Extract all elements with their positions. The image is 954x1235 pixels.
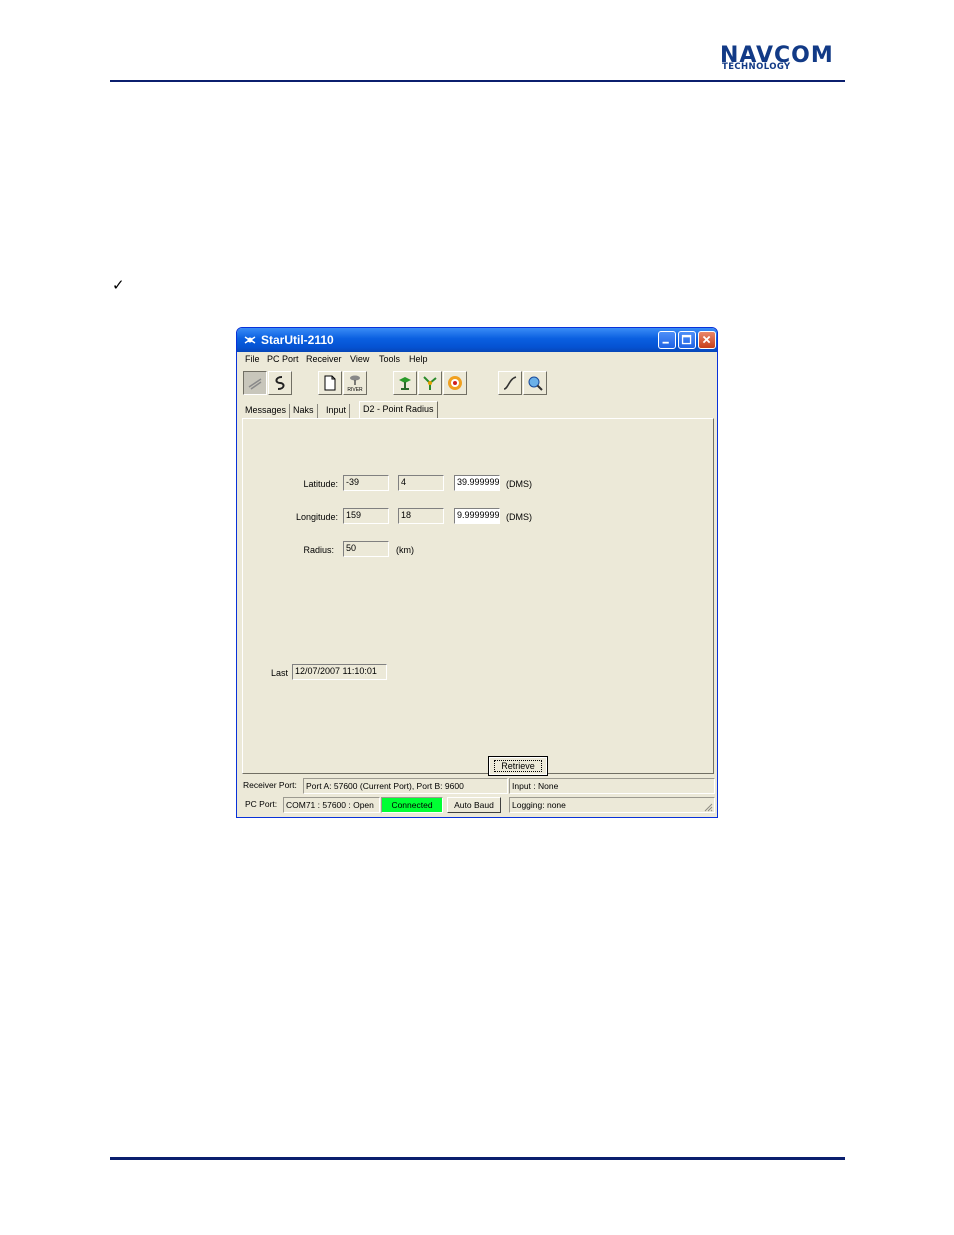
longitude-minutes-field[interactable]: 18 bbox=[398, 508, 444, 524]
toolbar-cable-button[interactable] bbox=[268, 371, 292, 395]
latitude-label: Latitude: bbox=[303, 479, 338, 489]
logo-text-technology: TECHNOLOGY bbox=[722, 62, 791, 72]
radius-unit: (km) bbox=[396, 545, 414, 555]
close-button[interactable] bbox=[698, 331, 716, 349]
latitude-unit: (DMS) bbox=[506, 479, 532, 489]
header-rule bbox=[110, 80, 845, 82]
radius-field[interactable]: 50 bbox=[343, 541, 389, 557]
toolbar: RIVER bbox=[241, 369, 714, 397]
satellite-tree-icon bbox=[399, 377, 411, 390]
toolbar-new-button[interactable] bbox=[318, 371, 342, 395]
menu-bar: File PC Port Receiver View Tools Help bbox=[241, 351, 714, 368]
search-globe-icon bbox=[528, 376, 543, 391]
auto-baud-button[interactable]: Auto Baud bbox=[447, 797, 501, 813]
menu-pc-port[interactable]: PC Port bbox=[267, 353, 299, 365]
footer-rule bbox=[110, 1157, 845, 1160]
starutil-window: StarUtil-2110 File PC Port Receiver View… bbox=[236, 327, 718, 818]
longitude-seconds-field[interactable]: 9.9999999 bbox=[454, 508, 500, 524]
maximize-icon bbox=[681, 334, 692, 345]
longitude-label: Longitude: bbox=[295, 512, 338, 522]
resize-grip-icon[interactable] bbox=[703, 802, 713, 812]
toolbar-river-button[interactable]: RIVER bbox=[343, 371, 367, 395]
retrieve-label: Retrieve bbox=[494, 760, 542, 772]
tab-messages[interactable]: Messages bbox=[242, 404, 291, 419]
close-icon bbox=[702, 335, 711, 344]
menu-view[interactable]: View bbox=[350, 353, 369, 365]
tab-naks[interactable]: Naks bbox=[290, 404, 318, 419]
menu-file[interactable]: File bbox=[245, 353, 260, 365]
receiver-port-label: Receiver Port: bbox=[243, 780, 297, 790]
minimize-icon bbox=[662, 341, 669, 344]
toolbar-connect-button[interactable] bbox=[243, 371, 267, 395]
toolbar-tree-button[interactable] bbox=[393, 371, 417, 395]
toolbar-plot-button[interactable] bbox=[498, 371, 522, 395]
tab-input[interactable]: Input bbox=[323, 404, 351, 419]
connection-status-badge: Connected bbox=[381, 797, 443, 813]
target-icon bbox=[448, 376, 462, 390]
pc-port-status-bar: PC Port: COM71 : 57600 : Open Connected … bbox=[241, 796, 715, 814]
pc-port-label: PC Port: bbox=[245, 799, 278, 809]
receiver-status-bar: Receiver Port: Port A: 57600 (Current Po… bbox=[241, 777, 715, 795]
toolbar-target-button[interactable] bbox=[443, 371, 467, 395]
menu-tools[interactable]: Tools bbox=[379, 353, 400, 365]
latitude-minutes-field[interactable]: 4 bbox=[398, 475, 444, 491]
connect-icon bbox=[248, 378, 262, 390]
checkmark-icon: ✓ bbox=[112, 276, 125, 294]
pc-port-value: COM71 : 57600 : Open bbox=[283, 797, 380, 813]
logging-status: Logging: none bbox=[509, 797, 715, 813]
radius-label: Radius: bbox=[303, 545, 334, 555]
minimize-button[interactable] bbox=[658, 331, 676, 349]
last-label: Last bbox=[271, 668, 289, 678]
tab-d2-point-radius[interactable]: D2 - Point Radius bbox=[359, 401, 438, 419]
longitude-unit: (DMS) bbox=[506, 512, 532, 522]
toolbar-search-button[interactable] bbox=[523, 371, 547, 395]
new-document-icon bbox=[324, 375, 336, 391]
maximize-button[interactable] bbox=[678, 331, 696, 349]
app-satellite-icon bbox=[244, 336, 256, 344]
longitude-degrees-field[interactable]: 159 bbox=[343, 508, 389, 524]
river-label: RIVER bbox=[347, 387, 363, 393]
title-bar[interactable]: StarUtil-2110 bbox=[237, 328, 717, 352]
latitude-seconds-field[interactable]: 39.999999 bbox=[454, 475, 500, 491]
input-status: Input : None bbox=[509, 778, 715, 794]
plot-curve-icon bbox=[503, 376, 517, 390]
toolbar-antenna-button[interactable] bbox=[418, 371, 442, 395]
menu-help[interactable]: Help bbox=[409, 353, 428, 365]
last-timestamp-field: 12/07/2007 11:10:01 bbox=[292, 664, 387, 680]
latitude-degrees-field[interactable]: -39 bbox=[343, 475, 389, 491]
point-radius-panel: Latitude: -39 4 39.999999 (DMS) Longitud… bbox=[242, 418, 714, 776]
navcom-logo: NAVCOM TECHNOLOGY bbox=[720, 45, 842, 72]
menu-receiver[interactable]: Receiver bbox=[306, 353, 342, 365]
retrieve-button[interactable]: Retrieve bbox=[488, 756, 548, 776]
window-title: StarUtil-2110 bbox=[261, 333, 334, 347]
receiver-port-value: Port A: 57600 (Current Port), Port B: 96… bbox=[303, 778, 508, 794]
antenna-icon bbox=[423, 376, 437, 390]
serial-cable-icon bbox=[275, 376, 285, 390]
